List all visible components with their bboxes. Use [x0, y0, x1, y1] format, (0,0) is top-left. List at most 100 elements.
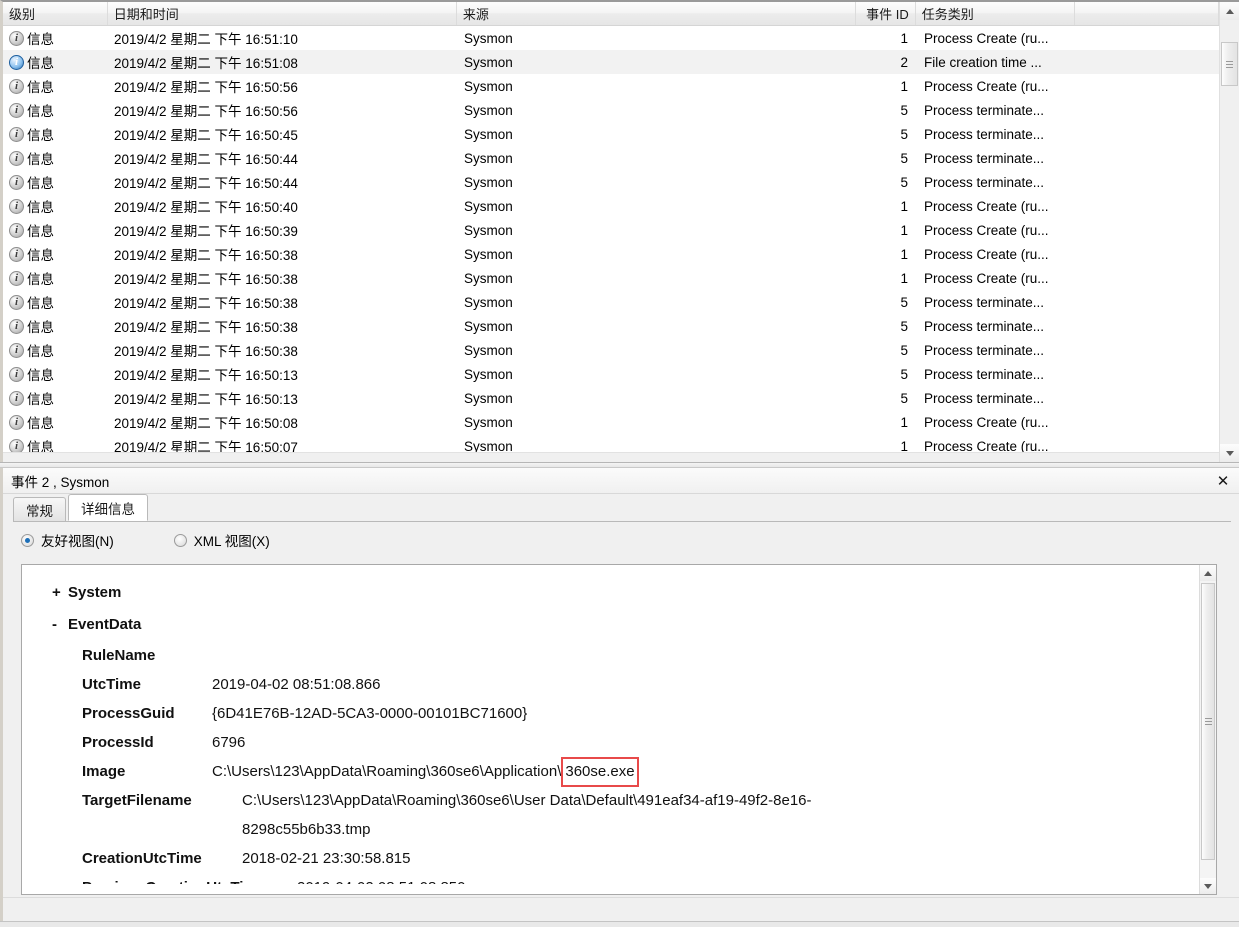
- cell-event-id: 1: [900, 78, 908, 94]
- eventdata-field-list: RuleName UtcTime 2019-04-02 08:51:08.866 Pr…: [52, 641, 1198, 757]
- cell-task-category: Process Create (ru...: [924, 438, 1049, 453]
- cell-task-category: Process Create (ru...: [924, 270, 1049, 286]
- column-header-5[interactable]: 任务类别: [916, 2, 1076, 25]
- information-icon: i: [9, 366, 24, 382]
- eventdata-field-processid: ProcessId 6796: [52, 728, 1198, 757]
- cell-event-id: 5: [900, 126, 908, 142]
- event-list-rows[interactable]: i 信息 2019/4/2 星期二 下午 16:51:10 Sysmon 1 Proces…: [3, 26, 1219, 452]
- cell-event-id: 5: [900, 318, 908, 334]
- level-label: 信息: [27, 248, 54, 263]
- table-row[interactable]: i 信息 2019/4/2 星期二 下午 16:51:08 Sysmon 2 File c…: [3, 50, 1219, 74]
- tree-node-eventdata[interactable]: - EventData: [52, 609, 1198, 641]
- table-row[interactable]: i 信息 2019/4/2 星期二 下午 16:50:38 Sysmon 5 Proces…: [3, 338, 1219, 362]
- cell-event-id: 5: [900, 174, 908, 190]
- information-icon: i: [9, 318, 24, 334]
- tree-node-label: EventData: [68, 616, 142, 633]
- cell-task-category: Process Create (ru...: [924, 414, 1049, 430]
- table-row[interactable]: i 信息 2019/4/2 星期二 下午 16:50:44 Sysmon 5 Proces…: [3, 146, 1219, 170]
- scroll-down-button[interactable]: [1220, 444, 1239, 462]
- event-list-horizontal-scroll-area[interactable]: [3, 452, 1219, 462]
- scrollbar-thumb[interactable]: [1221, 42, 1238, 86]
- table-row[interactable]: i 信息 2019/4/2 星期二 下午 16:50:08 Sysmon 1 Proces…: [3, 410, 1219, 434]
- level-label: 信息: [27, 368, 54, 383]
- table-row[interactable]: i 信息 2019/4/2 星期二 下午 16:50:13 Sysmon 5 Proces…: [3, 362, 1219, 386]
- information-icon: i: [9, 270, 24, 286]
- table-row[interactable]: i 信息 2019/4/2 星期二 下午 16:50:13 Sysmon 5 Proces…: [3, 386, 1219, 410]
- table-row[interactable]: i 信息 2019/4/2 星期二 下午 16:50:38 Sysmon 1 Proces…: [3, 266, 1219, 290]
- scroll-up-arrow-icon: [1204, 570, 1212, 576]
- table-row[interactable]: i 信息 2019/4/2 星期二 下午 16:50:38 Sysmon 5 Proces…: [3, 314, 1219, 338]
- radio-button-icon[interactable]: [173, 533, 187, 547]
- tab-2[interactable]: 详细信息: [68, 494, 148, 521]
- scroll-down-button[interactable]: [1200, 878, 1216, 894]
- table-row[interactable]: i 信息 2019/4/2 星期二 下午 16:50:56 Sysmon 5 Proces…: [3, 98, 1219, 122]
- column-header-1[interactable]: 级别: [3, 2, 108, 25]
- information-icon: i: [9, 414, 24, 430]
- cell-task-category: Process terminate...: [924, 174, 1045, 190]
- eventdata-field-processguid: ProcessGuid {6D41E76B-12AD-5CA3-0000-0010…: [52, 699, 1198, 728]
- column-header-3[interactable]: 来源: [457, 2, 856, 25]
- tab-1[interactable]: 常规: [13, 497, 66, 521]
- table-row[interactable]: i 信息 2019/4/2 星期二 下午 16:51:10 Sysmon 1 Proces…: [3, 26, 1219, 50]
- cell-task-category: Process terminate...: [924, 318, 1045, 334]
- cell-source: Sysmon: [464, 270, 513, 286]
- scroll-up-button[interactable]: [1200, 565, 1216, 581]
- tree-node-system[interactable]: + System: [52, 577, 1198, 609]
- information-icon: i: [9, 102, 24, 118]
- eventdata-field-rulename: RuleName: [52, 641, 1198, 670]
- cell-level: i 信息: [3, 98, 108, 122]
- column-header-label: 级别: [9, 7, 36, 22]
- table-row[interactable]: i 信息 2019/4/2 星期二 下午 16:50:56 Sysmon 1 Proces…: [3, 74, 1219, 98]
- cell-datetime: 2019/4/2 星期二 下午 16:50:56: [114, 104, 298, 119]
- level-label: 信息: [27, 320, 54, 335]
- cell-level: i 信息: [3, 386, 108, 410]
- information-icon: i: [9, 342, 24, 358]
- cell-level: i 信息: [3, 122, 108, 146]
- radio-button-icon[interactable]: [21, 533, 34, 547]
- eventdata-field-image: Image C:\Users\123\AppData\Roaming\360se…: [52, 757, 1198, 787]
- event-list-header: 级别 日期和时间 来源 事件 ID 任务类别: [3, 2, 1219, 26]
- cell-task-category: Process Create (ru...: [924, 246, 1049, 262]
- detail-tabstrip: 常规 详细信息: [13, 494, 1231, 522]
- information-icon: i: [9, 54, 24, 70]
- cell-source: Sysmon: [464, 222, 513, 238]
- cell-event-id: 5: [900, 294, 908, 310]
- eventdata-field-utctime: UtcTime 2019-04-02 08:51:08.866: [52, 670, 1198, 699]
- information-icon: i: [9, 294, 24, 310]
- information-icon: i: [9, 78, 24, 94]
- cell-event-id: 2: [900, 54, 908, 70]
- event-list-vertical-scrollbar[interactable]: [1219, 2, 1239, 462]
- cell-event-id: 1: [900, 30, 908, 46]
- column-header-4[interactable]: 事件 ID: [856, 2, 916, 25]
- field-value: {6D41E76B-12AD-5CA3-0000-00101BC71600}: [212, 705, 528, 722]
- cell-source: Sysmon: [464, 126, 513, 142]
- table-row[interactable]: i 信息 2019/4/2 星期二 下午 16:50:45 Sysmon 5 Proces…: [3, 122, 1219, 146]
- field-value: 6796: [212, 734, 246, 751]
- level-label: 信息: [27, 104, 54, 119]
- detail-vertical-scrollbar[interactable]: [1199, 565, 1216, 894]
- table-row[interactable]: i 信息 2019/4/2 星期二 下午 16:50:40 Sysmon 1 Proces…: [3, 194, 1219, 218]
- radio-option-1[interactable]: 友好视图(N): [21, 530, 114, 550]
- window-bottom-edge: [0, 921, 1239, 927]
- close-icon[interactable]: ✕: [1213, 471, 1233, 491]
- expand-plus-icon[interactable]: +: [52, 577, 68, 609]
- table-row[interactable]: i 信息 2019/4/2 星期二 下午 16:50:39 Sysmon 1 Proces…: [3, 218, 1219, 242]
- table-row[interactable]: i 信息 2019/4/2 星期二 下午 16:50:44 Sysmon 5 Proces…: [3, 170, 1219, 194]
- cell-task-category: Process Create (ru...: [924, 222, 1049, 238]
- information-icon: i: [9, 150, 24, 166]
- column-header-2[interactable]: 日期和时间: [108, 2, 457, 25]
- collapse-minus-icon[interactable]: -: [52, 609, 68, 641]
- table-row[interactable]: i 信息 2019/4/2 星期二 下午 16:50:07 Sysmon 1 Proces…: [3, 434, 1219, 452]
- column-header-6[interactable]: [1075, 2, 1219, 25]
- table-row[interactable]: i 信息 2019/4/2 星期二 下午 16:50:38 Sysmon 5 Proces…: [3, 290, 1219, 314]
- table-row[interactable]: i 信息 2019/4/2 星期二 下午 16:50:38 Sysmon 1 Proces…: [3, 242, 1219, 266]
- field-name: UtcTime: [82, 676, 141, 693]
- level-label: 信息: [27, 440, 54, 452]
- level-label: 信息: [27, 128, 54, 143]
- information-icon: i: [9, 390, 24, 406]
- scrollbar-thumb[interactable]: [1201, 583, 1215, 860]
- cell-level: i 信息: [3, 266, 108, 290]
- radio-option-2[interactable]: XML 视图(X): [173, 530, 270, 550]
- column-header-label: 来源: [462, 7, 489, 22]
- scroll-up-button[interactable]: [1220, 2, 1239, 20]
